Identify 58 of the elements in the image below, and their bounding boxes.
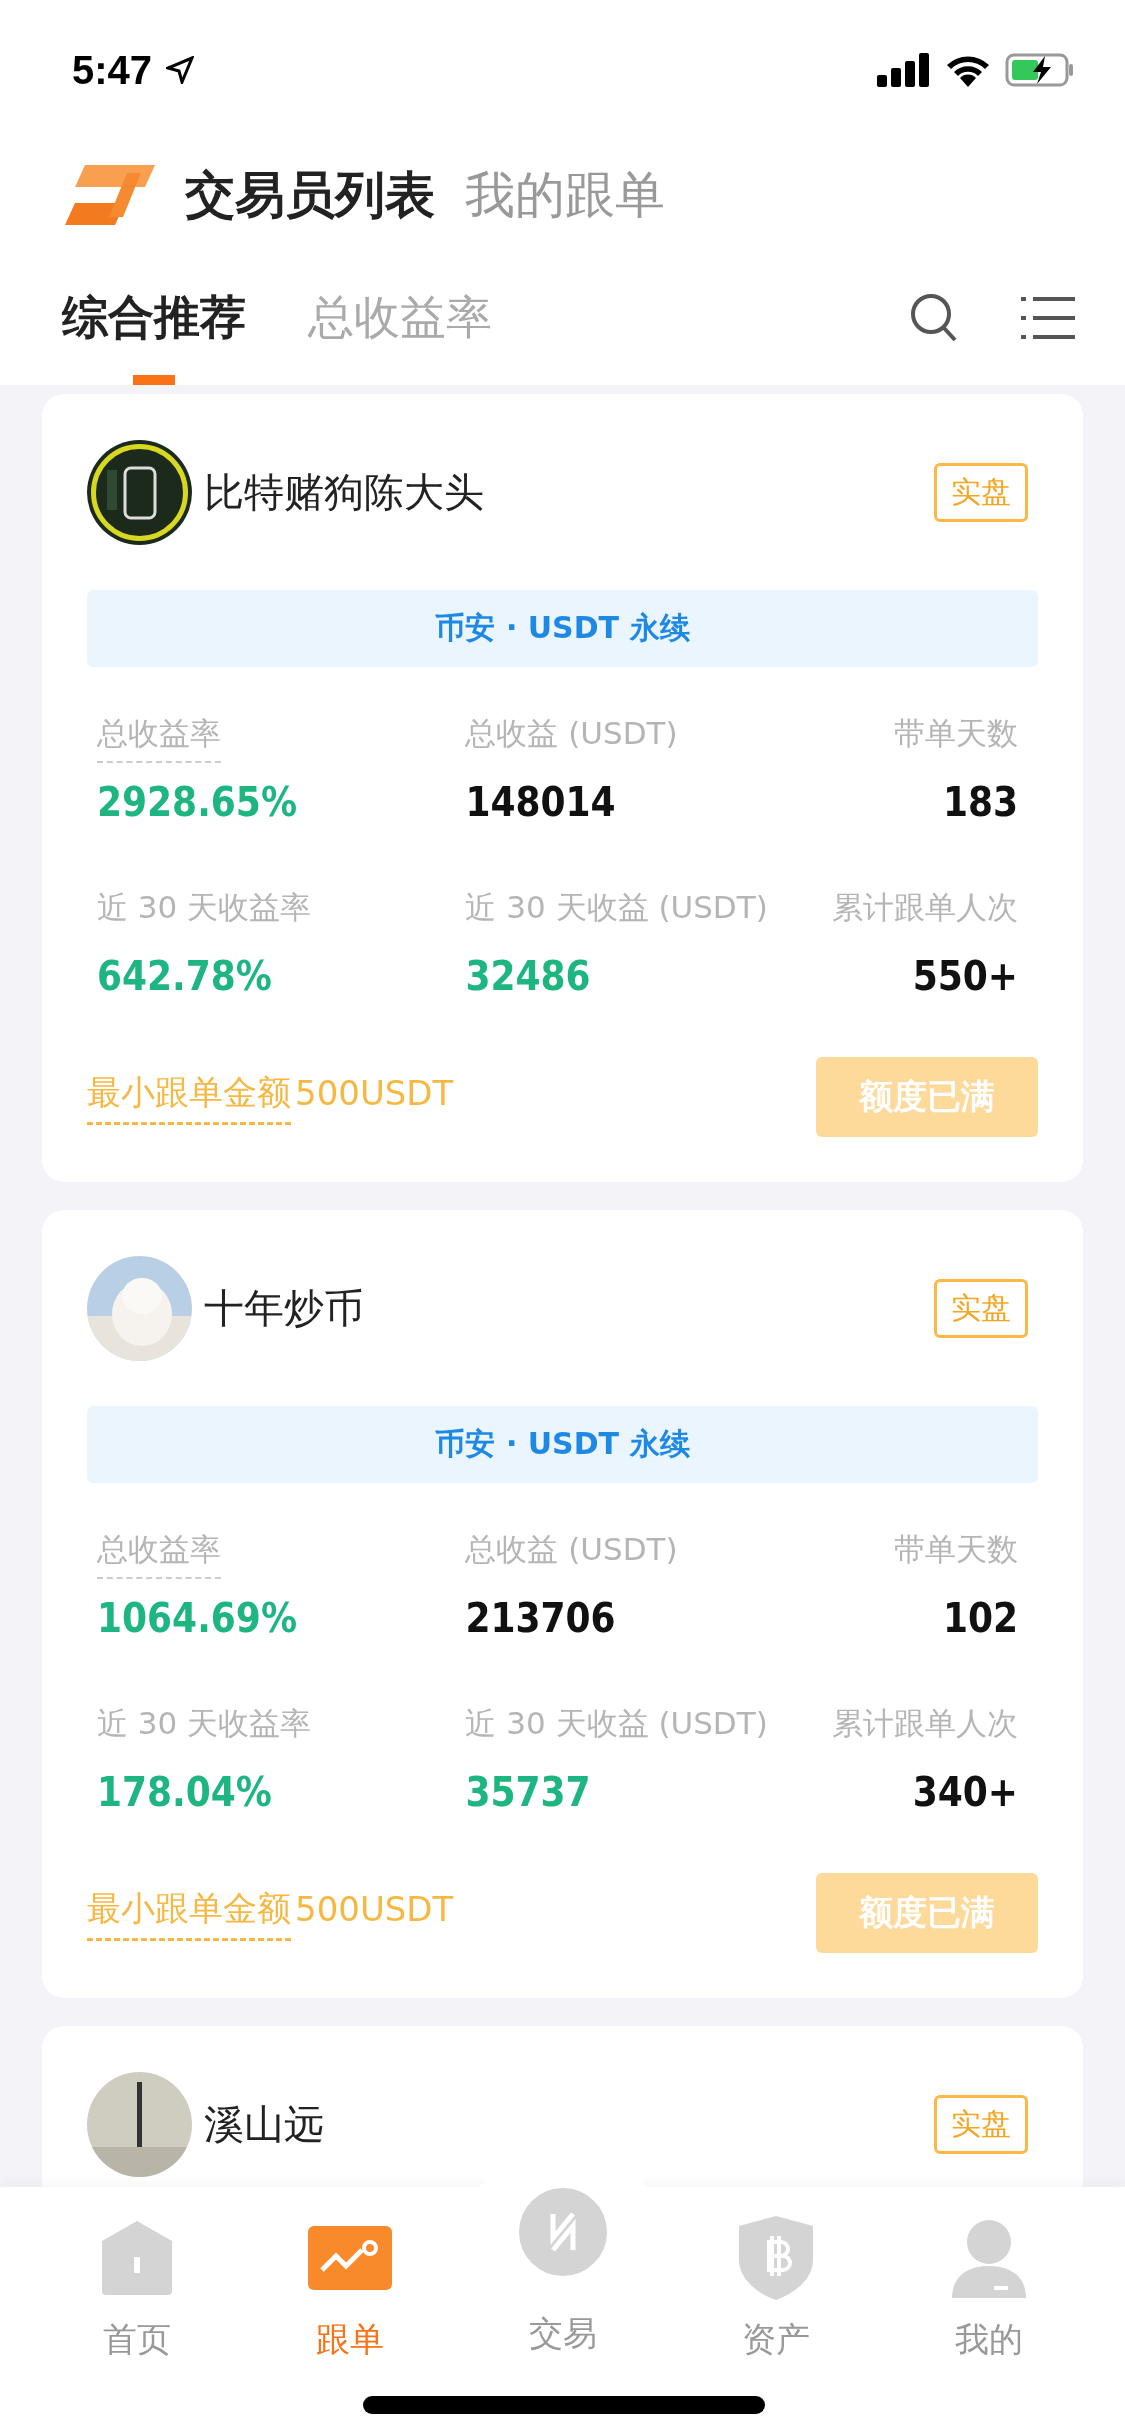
page-title: 交易员列表 <box>185 164 435 226</box>
nav-tab[interactable]: 首页 <box>30 2187 243 2436</box>
shield-icon <box>738 2216 813 2300</box>
live-tag: 实盘 <box>934 2095 1028 2154</box>
search-icon <box>909 291 959 344</box>
stat-label: 累计跟单人次 <box>832 1704 1018 1743</box>
stat-label: 近 30 天收益 (USDT) <box>465 1704 768 1743</box>
stat-label: 近 30 天收益率 <box>97 1704 312 1743</box>
signal-icon <box>877 53 931 87</box>
stat-value: 102 <box>942 1595 1018 1641</box>
status-time: 5:47 <box>72 47 153 93</box>
my-orders-link[interactable]: 我的跟单 <box>465 161 665 229</box>
nav-tab[interactable]: 我的 <box>882 2187 1095 2436</box>
trader-name: 比特赌狗陈大头 <box>204 468 484 517</box>
min-amount-label: 最小跟单金额 <box>87 1885 291 1941</box>
stat-value: 550+ <box>912 953 1018 999</box>
battery-charging-icon <box>1005 53 1075 87</box>
stat-value: 148014 <box>465 779 616 825</box>
wifi-icon <box>945 53 991 87</box>
home-icon <box>101 2221 172 2295</box>
trader-card[interactable]: 溪山远 实盘 <box>42 2026 1083 2187</box>
tab[interactable]: 总收益率 <box>308 250 492 385</box>
stat-value: 642.78% <box>97 953 272 999</box>
market-banner: 币安 · USDT 永续 <box>87 590 1038 667</box>
nav-tab[interactable]: 跟单 <box>243 2187 456 2436</box>
stat-label: 总收益 (USDT) <box>465 714 678 753</box>
stat-value: 340+ <box>912 1769 1018 1815</box>
stat-value: 32486 <box>465 953 591 999</box>
menu-button[interactable] <box>1021 294 1075 341</box>
menu-icon <box>1021 294 1075 341</box>
stat-label: 总收益率 <box>97 1529 221 1579</box>
trader-name: 溪山远 <box>204 2100 324 2149</box>
stat-label: 带单天数 <box>894 714 1018 753</box>
stat-label: 总收益率 <box>97 713 221 763</box>
trader-name: 十年炒币 <box>204 1284 364 1333</box>
stat-label: 累计跟单人次 <box>832 888 1018 927</box>
stat-value: 183 <box>942 779 1018 825</box>
person-icon <box>951 2218 1026 2298</box>
search-button[interactable] <box>909 291 959 344</box>
stat-value: 35737 <box>465 1769 591 1815</box>
min-amount-value: 500USDT <box>295 1072 454 1115</box>
tab[interactable]: 综合推荐 <box>62 250 246 385</box>
live-tag: 实盘 <box>934 463 1028 522</box>
min-amount-value: 500USDT <box>295 1888 454 1931</box>
market-banner: 币安 · USDT 永续 <box>87 1406 1038 1483</box>
min-amount-label: 最小跟单金额 <box>87 1069 291 1125</box>
stat-label: 带单天数 <box>894 1530 1018 1569</box>
stat-value: 1064.69% <box>97 1595 297 1641</box>
stat-value: 2928.65% <box>97 779 297 825</box>
chart-icon <box>307 2226 392 2290</box>
stat-label: 总收益 (USDT) <box>465 1530 678 1569</box>
logo-icon <box>65 165 155 225</box>
stat-value: 213706 <box>465 1595 616 1641</box>
stat-label: 近 30 天收益率 <box>97 888 312 927</box>
stat-label: 近 30 天收益 (USDT) <box>465 888 768 927</box>
live-tag: 实盘 <box>934 1279 1028 1338</box>
location-arrow-icon <box>166 56 195 84</box>
stat-value: 178.04% <box>97 1769 272 1815</box>
